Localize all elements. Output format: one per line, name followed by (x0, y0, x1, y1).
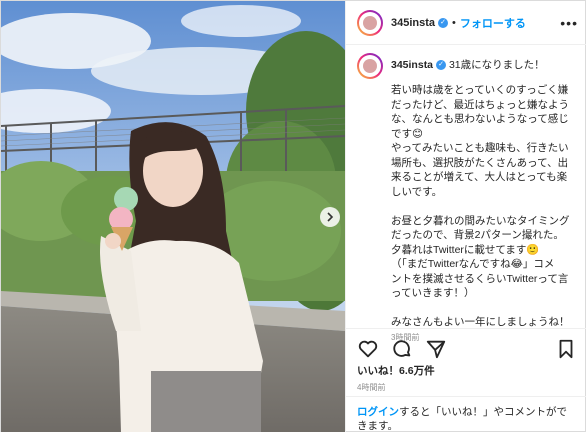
chevron-right-icon (327, 212, 334, 222)
like-count[interactable]: いいね！6.6万件 (346, 361, 586, 380)
follow-button[interactable]: フォローする (460, 15, 526, 31)
comment-icon[interactable] (391, 338, 413, 360)
avatar[interactable] (357, 9, 383, 36)
heart-icon[interactable] (357, 338, 379, 360)
post-photo[interactable] (1, 1, 345, 432)
caption-avatar[interactable] (357, 53, 383, 79)
caption-username[interactable]: 345insta (391, 59, 433, 71)
next-photo-button[interactable] (320, 207, 340, 227)
verified-badge-icon: ✓ (436, 60, 447, 71)
caption-title: 31歳になりました！ (448, 59, 545, 71)
action-icons (346, 329, 586, 361)
photo-illustration (1, 1, 345, 432)
caption: 345insta ✓ 31歳になりました！ 若い時は歳をとっていくのすっごく嫌 だ… (357, 53, 579, 343)
login-link[interactable]: ログイン (357, 406, 399, 418)
post-header: 345insta ✓ • フォローする ••• (346, 1, 586, 45)
caption-heading: 345insta ✓ 31歳になりました！ (391, 53, 545, 72)
bookmark-icon[interactable] (555, 338, 577, 360)
post-side-panel: 345insta ✓ • フォローする ••• 345insta ✓ 31歳になり… (345, 1, 586, 432)
action-section: いいね！6.6万件 4時間前 ログインすると「いいね！」やコメントができます。 (346, 328, 586, 432)
send-icon[interactable] (425, 338, 447, 360)
caption-body: 若い時は歳をとっていくのすっごく嫌 だったけど、最近はちょっと嫌なよう な、なん… (391, 84, 570, 328)
header-separator: • (452, 16, 456, 29)
post-timestamp: 4時間前 (357, 383, 386, 392)
verified-badge-icon: ✓ (438, 17, 449, 28)
instagram-post-window: 345insta ✓ • フォローする ••• 345insta ✓ 31歳になり… (0, 0, 586, 432)
username-link[interactable]: 345insta (391, 17, 435, 29)
more-options-icon[interactable]: ••• (560, 15, 578, 31)
login-prompt: ログインすると「いいね！」やコメントができます。 (346, 396, 586, 432)
